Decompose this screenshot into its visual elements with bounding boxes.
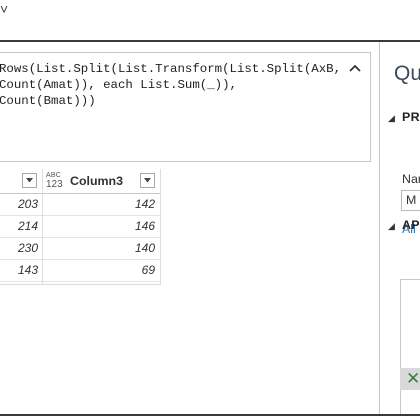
frame-border-top	[0, 40, 420, 42]
any-type-icon[interactable]: ABC 123	[46, 172, 66, 190]
table-cell[interactable]: 230	[0, 237, 38, 259]
table-cell[interactable]: 214	[0, 215, 38, 237]
table-row[interactable]: 230 140	[0, 237, 161, 260]
name-label: Nar	[402, 172, 420, 186]
table-cell[interactable]: 140	[44, 237, 155, 259]
formula-text[interactable]: Rows(List.Split(List.Transform(List.Spli…	[0, 61, 342, 109]
column3-filter-button[interactable]	[140, 173, 155, 188]
filter-dropdown-icon	[144, 178, 151, 183]
formula-bar[interactable]: Rows(List.Split(List.Transform(List.Spli…	[0, 52, 371, 162]
top-edge-glyph: ˅	[0, 1, 9, 17]
type-icon-bottom: 123	[46, 179, 63, 190]
table-cell[interactable]: 146	[44, 215, 155, 237]
window-bottom-strip	[0, 416, 420, 420]
table-cell[interactable]: 143	[0, 259, 38, 281]
collapse-triangle-icon[interactable]: ◢	[388, 221, 395, 232]
query-settings-pane: Qu ◢ PRO Nar M All ◢ APP ✕	[379, 42, 420, 414]
table-row[interactable]: 214 146	[0, 215, 161, 238]
pane-title: Qu	[394, 62, 420, 85]
delete-step-icon[interactable]: ✕	[406, 369, 420, 389]
formula-collapse-button[interactable]	[346, 59, 364, 77]
data-preview-grid: ABC 123 Column3 203 142 214 146 230 140 …	[0, 169, 161, 285]
chevron-up-icon	[349, 64, 361, 72]
applied-step-selected[interactable]: ✕	[400, 368, 420, 390]
table-cell[interactable]: 203	[0, 193, 38, 215]
column-divider	[42, 169, 43, 284]
applied-steps-list	[400, 279, 420, 414]
table-row[interactable]: 203 142	[0, 193, 161, 216]
column-divider	[160, 169, 161, 284]
formula-line-2: Count(Amat)), each List.Sum(_)),	[0, 78, 237, 92]
window-top-strip: ˅	[0, 0, 420, 40]
filter-dropdown-icon	[26, 178, 33, 183]
applied-steps-section-title[interactable]: APP	[402, 218, 420, 232]
table-cell[interactable]: 142	[44, 193, 155, 215]
formula-line-3: Count(Bmat)))	[0, 94, 96, 108]
column3-header-label[interactable]: Column3	[70, 174, 123, 188]
grid-header-row: ABC 123 Column3	[0, 169, 161, 194]
column1-filter-button[interactable]	[22, 173, 37, 188]
collapse-triangle-icon[interactable]: ◢	[388, 113, 395, 124]
query-name-input[interactable]: M	[401, 190, 420, 211]
properties-section-title[interactable]: PRO	[402, 110, 420, 124]
table-cell[interactable]: 69	[44, 259, 155, 281]
table-row[interactable]: 143 69	[0, 259, 161, 282]
formula-line-1: Rows(List.Split(List.Transform(List.Spli…	[0, 62, 342, 76]
